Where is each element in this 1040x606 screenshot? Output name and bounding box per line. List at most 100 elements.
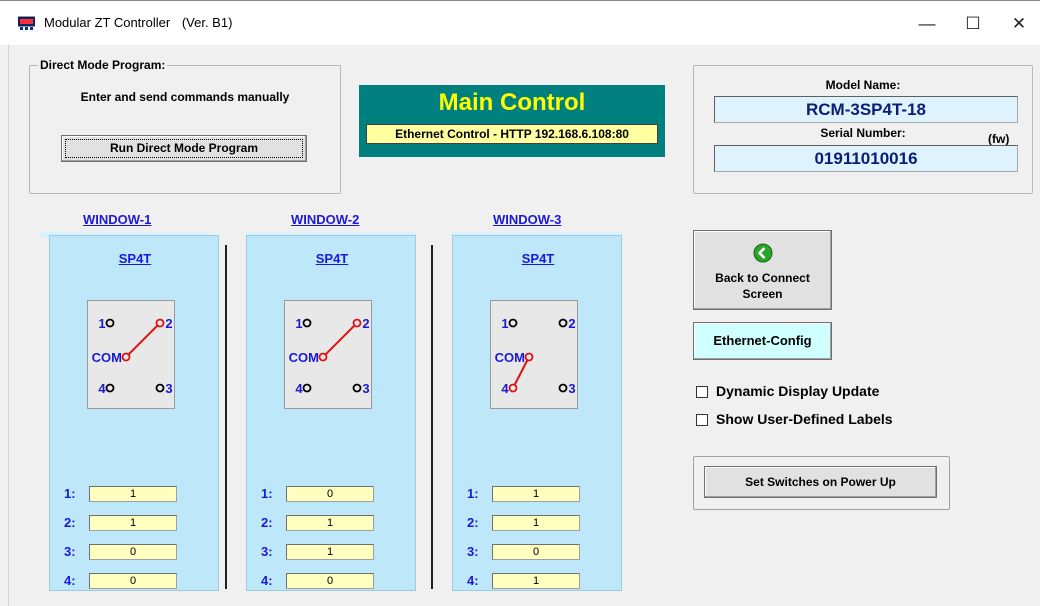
port-row-label: 3: xyxy=(467,544,479,559)
port-4-terminal xyxy=(302,383,312,393)
switch-diagram-svg: 1 2 3 4 COM xyxy=(92,316,173,396)
port-row-label: 3: xyxy=(64,544,76,559)
port-value-field[interactable]: 1 xyxy=(286,544,374,560)
port-row-label: 3: xyxy=(261,544,273,559)
ethernet-status: Ethernet Control - HTTP 192.168.6.108:80 xyxy=(366,124,658,144)
ethernet-config-button[interactable]: Ethernet-Config xyxy=(693,322,832,360)
port-1-label: 1 xyxy=(501,316,508,331)
back-button-label-2: Screen xyxy=(742,287,783,301)
app-window: Modular ZT Controller (Ver. B1) — ☐ ✕ Di… xyxy=(0,0,1040,606)
window-1-panel: SP4T 1 2 3 4 COM 1: 1 2: 1 3: 0 4: 0 xyxy=(49,235,219,591)
port-2-label: 2 xyxy=(165,316,172,331)
port-1-terminal xyxy=(508,318,518,328)
port-row-label: 1: xyxy=(467,486,479,501)
switch-diagram[interactable]: 1 2 3 4 COM xyxy=(87,300,175,409)
port-3-terminal xyxy=(155,383,165,393)
set-switches-power-up-button[interactable]: Set Switches on Power Up xyxy=(704,466,937,498)
window-2-panel: SP4T 1 2 3 4 COM 1: 0 2: 1 3: 1 4: 0 xyxy=(246,235,416,591)
port-1-terminal xyxy=(302,318,312,328)
sp4t-link[interactable]: SP4T xyxy=(50,251,220,266)
main-control-title: Main Control xyxy=(438,89,586,116)
window-1-link[interactable]: WINDOW-1 xyxy=(83,212,151,227)
port-3-label: 3 xyxy=(568,381,575,396)
port-3-terminal xyxy=(352,383,362,393)
user-labels-checkbox[interactable] xyxy=(696,414,708,426)
port-4-terminal xyxy=(508,383,518,393)
port-value-field[interactable]: 1 xyxy=(89,486,177,502)
port-4-terminal xyxy=(105,383,115,393)
port-value-field[interactable]: 1 xyxy=(492,573,580,589)
app-version: (Ver. B1) xyxy=(181,15,233,30)
switch-diagram-svg: 1 2 3 4 COM xyxy=(495,316,576,396)
switch-diagram[interactable]: 1 2 3 4 COM xyxy=(490,300,578,409)
port-value-field[interactable]: 0 xyxy=(286,573,374,589)
port-row-label: 4: xyxy=(261,573,273,588)
panel-divider xyxy=(431,245,433,589)
port-4-label: 4 xyxy=(295,381,303,396)
switch-diagram[interactable]: 1 2 3 4 COM xyxy=(284,300,372,409)
port-1-terminal xyxy=(105,318,115,328)
model-name-label: Model Name: xyxy=(825,78,901,92)
com-terminal xyxy=(318,352,328,362)
port-4-label: 4 xyxy=(501,381,509,396)
port-value-field[interactable]: 1 xyxy=(492,486,580,502)
minimize-button[interactable]: — xyxy=(904,9,950,39)
user-labels-label: Show User-Defined Labels xyxy=(716,411,893,427)
port-3-label: 3 xyxy=(362,381,369,396)
window-title: Modular ZT Controller (Ver. B1) xyxy=(44,15,232,30)
port-value-field[interactable]: 1 xyxy=(286,515,374,531)
client-area: Direct Mode Program: Enter and send comm… xyxy=(8,45,1040,606)
port-3-terminal xyxy=(558,383,568,393)
device-info-group: Model Name: RCM-3SP4T-18 Serial Number: … xyxy=(693,65,1033,194)
com-label: COM xyxy=(495,350,525,365)
direct-mode-hint: Enter and send commands manually xyxy=(80,90,290,104)
port-3-label: 3 xyxy=(165,381,172,396)
port-row-label: 4: xyxy=(467,573,479,588)
port-2-label: 2 xyxy=(362,316,369,331)
title-bar: Modular ZT Controller (Ver. B1) — ☐ ✕ xyxy=(0,0,1040,45)
window-3-panel: SP4T 1 2 3 4 COM 1: 1 2: 1 3: 0 4: 1 xyxy=(452,235,622,591)
port-row-label: 2: xyxy=(64,515,76,530)
switch-arm xyxy=(324,324,356,356)
close-button[interactable]: ✕ xyxy=(996,9,1040,39)
window-3-link[interactable]: WINDOW-3 xyxy=(493,212,561,227)
main-control-panel: Main Control Ethernet Control - HTTP 192… xyxy=(359,85,665,157)
com-label: COM xyxy=(289,350,319,365)
app-icon xyxy=(18,16,35,30)
run-direct-mode-button[interactable]: Run Direct Mode Program xyxy=(61,135,307,162)
port-value-field[interactable]: 0 xyxy=(492,544,580,560)
port-2-terminal xyxy=(558,318,568,328)
fw-label: (fw) xyxy=(988,132,1010,146)
model-name-field: RCM-3SP4T-18 xyxy=(714,96,1018,123)
port-row-label: 4: xyxy=(64,573,76,588)
window-2-link[interactable]: WINDOW-2 xyxy=(291,212,359,227)
com-terminal xyxy=(121,352,131,362)
com-terminal xyxy=(524,352,534,362)
sp4t-link[interactable]: SP4T xyxy=(453,251,623,266)
maximize-button[interactable]: ☐ xyxy=(950,9,996,39)
port-row-label: 1: xyxy=(64,486,76,501)
power-up-group: Set Switches on Power Up xyxy=(693,456,950,510)
direct-mode-legend: Direct Mode Program: xyxy=(38,58,168,72)
port-value-field[interactable]: 0 xyxy=(89,573,177,589)
sp4t-link[interactable]: SP4T xyxy=(247,251,417,266)
com-label: COM xyxy=(92,350,122,365)
back-arrow-icon xyxy=(753,243,773,263)
direct-mode-group: Direct Mode Program: Enter and send comm… xyxy=(29,58,341,194)
back-to-connect-button[interactable]: Back to Connect Screen xyxy=(693,230,832,310)
port-1-label: 1 xyxy=(98,316,105,331)
switch-arm xyxy=(127,324,159,356)
dynamic-display-checkbox[interactable] xyxy=(696,386,708,398)
port-value-field[interactable]: 1 xyxy=(492,515,580,531)
port-1-label: 1 xyxy=(295,316,302,331)
port-value-field[interactable]: 0 xyxy=(286,486,374,502)
port-value-field[interactable]: 0 xyxy=(89,544,177,560)
serial-number-field: 01911010016 xyxy=(714,145,1018,172)
port-value-field[interactable]: 1 xyxy=(89,515,177,531)
dynamic-display-label: Dynamic Display Update xyxy=(716,383,880,399)
port-2-label: 2 xyxy=(568,316,575,331)
app-title: Modular ZT Controller xyxy=(44,15,171,30)
panel-divider xyxy=(225,245,227,589)
port-2-terminal xyxy=(155,318,165,328)
switch-diagram-svg: 1 2 3 4 COM xyxy=(289,316,370,396)
